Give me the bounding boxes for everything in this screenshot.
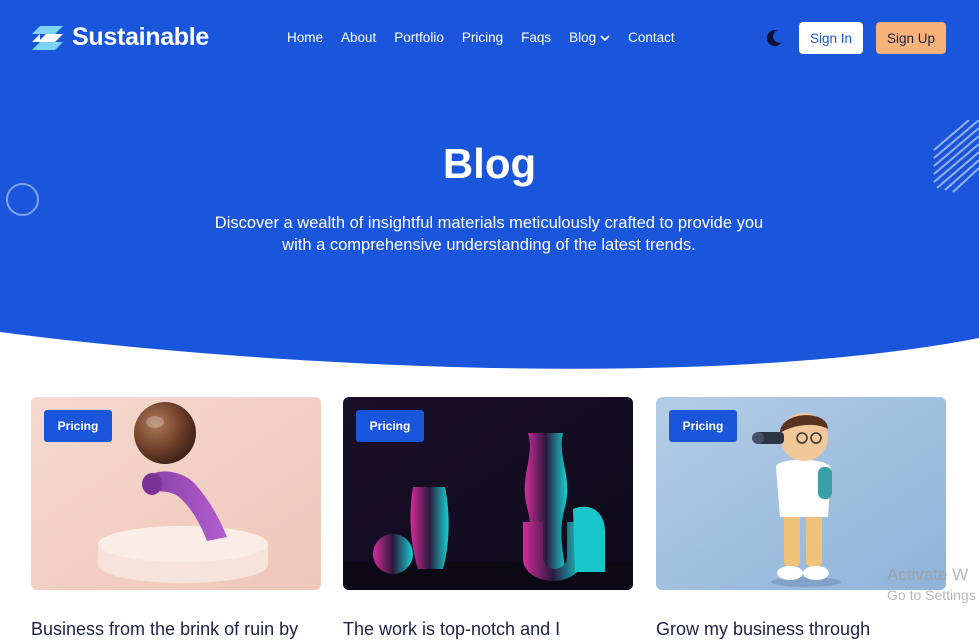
blog-card-image[interactable]: Pricing	[31, 397, 321, 590]
blog-card-image[interactable]: Pricing	[343, 397, 633, 590]
moon-icon[interactable]	[764, 28, 784, 48]
nav-item-about[interactable]: About	[341, 30, 376, 45]
hero-section: Sustainable Home About Portfolio Pricing…	[0, 0, 979, 380]
brand-logo[interactable]: Sustainable	[30, 22, 209, 52]
nav-item-home[interactable]: Home	[287, 30, 323, 45]
nav-item-contact[interactable]: Contact	[628, 30, 675, 45]
sign-up-button[interactable]: Sign Up	[876, 22, 946, 54]
brand-name: Sustainable	[72, 22, 210, 51]
watermark-line-1: Activate W	[887, 565, 969, 584]
sign-in-button[interactable]: Sign In	[799, 22, 863, 54]
watermark-line-2: Go to Settings	[887, 587, 976, 603]
activation-watermark: Activate W Go to Settings	[887, 565, 976, 605]
page-subtitle: Discover a wealth of insightful material…	[214, 214, 764, 254]
blog-card: Pricing The work is top-notch and I	[343, 397, 633, 640]
blog-card-title[interactable]: Grow my business through	[656, 619, 946, 640]
category-badge[interactable]: Pricing	[356, 410, 424, 442]
category-badge[interactable]: Pricing	[669, 410, 737, 442]
chevron-down-icon	[600, 34, 610, 41]
nav-item-portfolio[interactable]: Portfolio	[394, 30, 444, 45]
blog-card: Pricing Business from the brink of ruin …	[31, 397, 321, 640]
blog-card-image[interactable]: Pricing	[656, 397, 946, 590]
nav-item-faqs[interactable]: Faqs	[521, 30, 551, 45]
blog-card-title[interactable]: Business from the brink of ruin by	[31, 619, 321, 640]
main-nav: Home About Portfolio Pricing Faqs Blog C…	[287, 30, 675, 45]
nav-item-blog[interactable]: Blog	[569, 30, 610, 45]
site-header: Sustainable Home About Portfolio Pricing…	[0, 0, 979, 78]
page-title: Blog	[442, 140, 537, 187]
logo-icon	[32, 26, 63, 50]
nav-item-pricing[interactable]: Pricing	[462, 30, 503, 45]
category-badge[interactable]: Pricing	[44, 410, 112, 442]
blog-card-title[interactable]: The work is top-notch and I	[343, 619, 633, 640]
nav-item-blog-label: Blog	[569, 30, 597, 45]
